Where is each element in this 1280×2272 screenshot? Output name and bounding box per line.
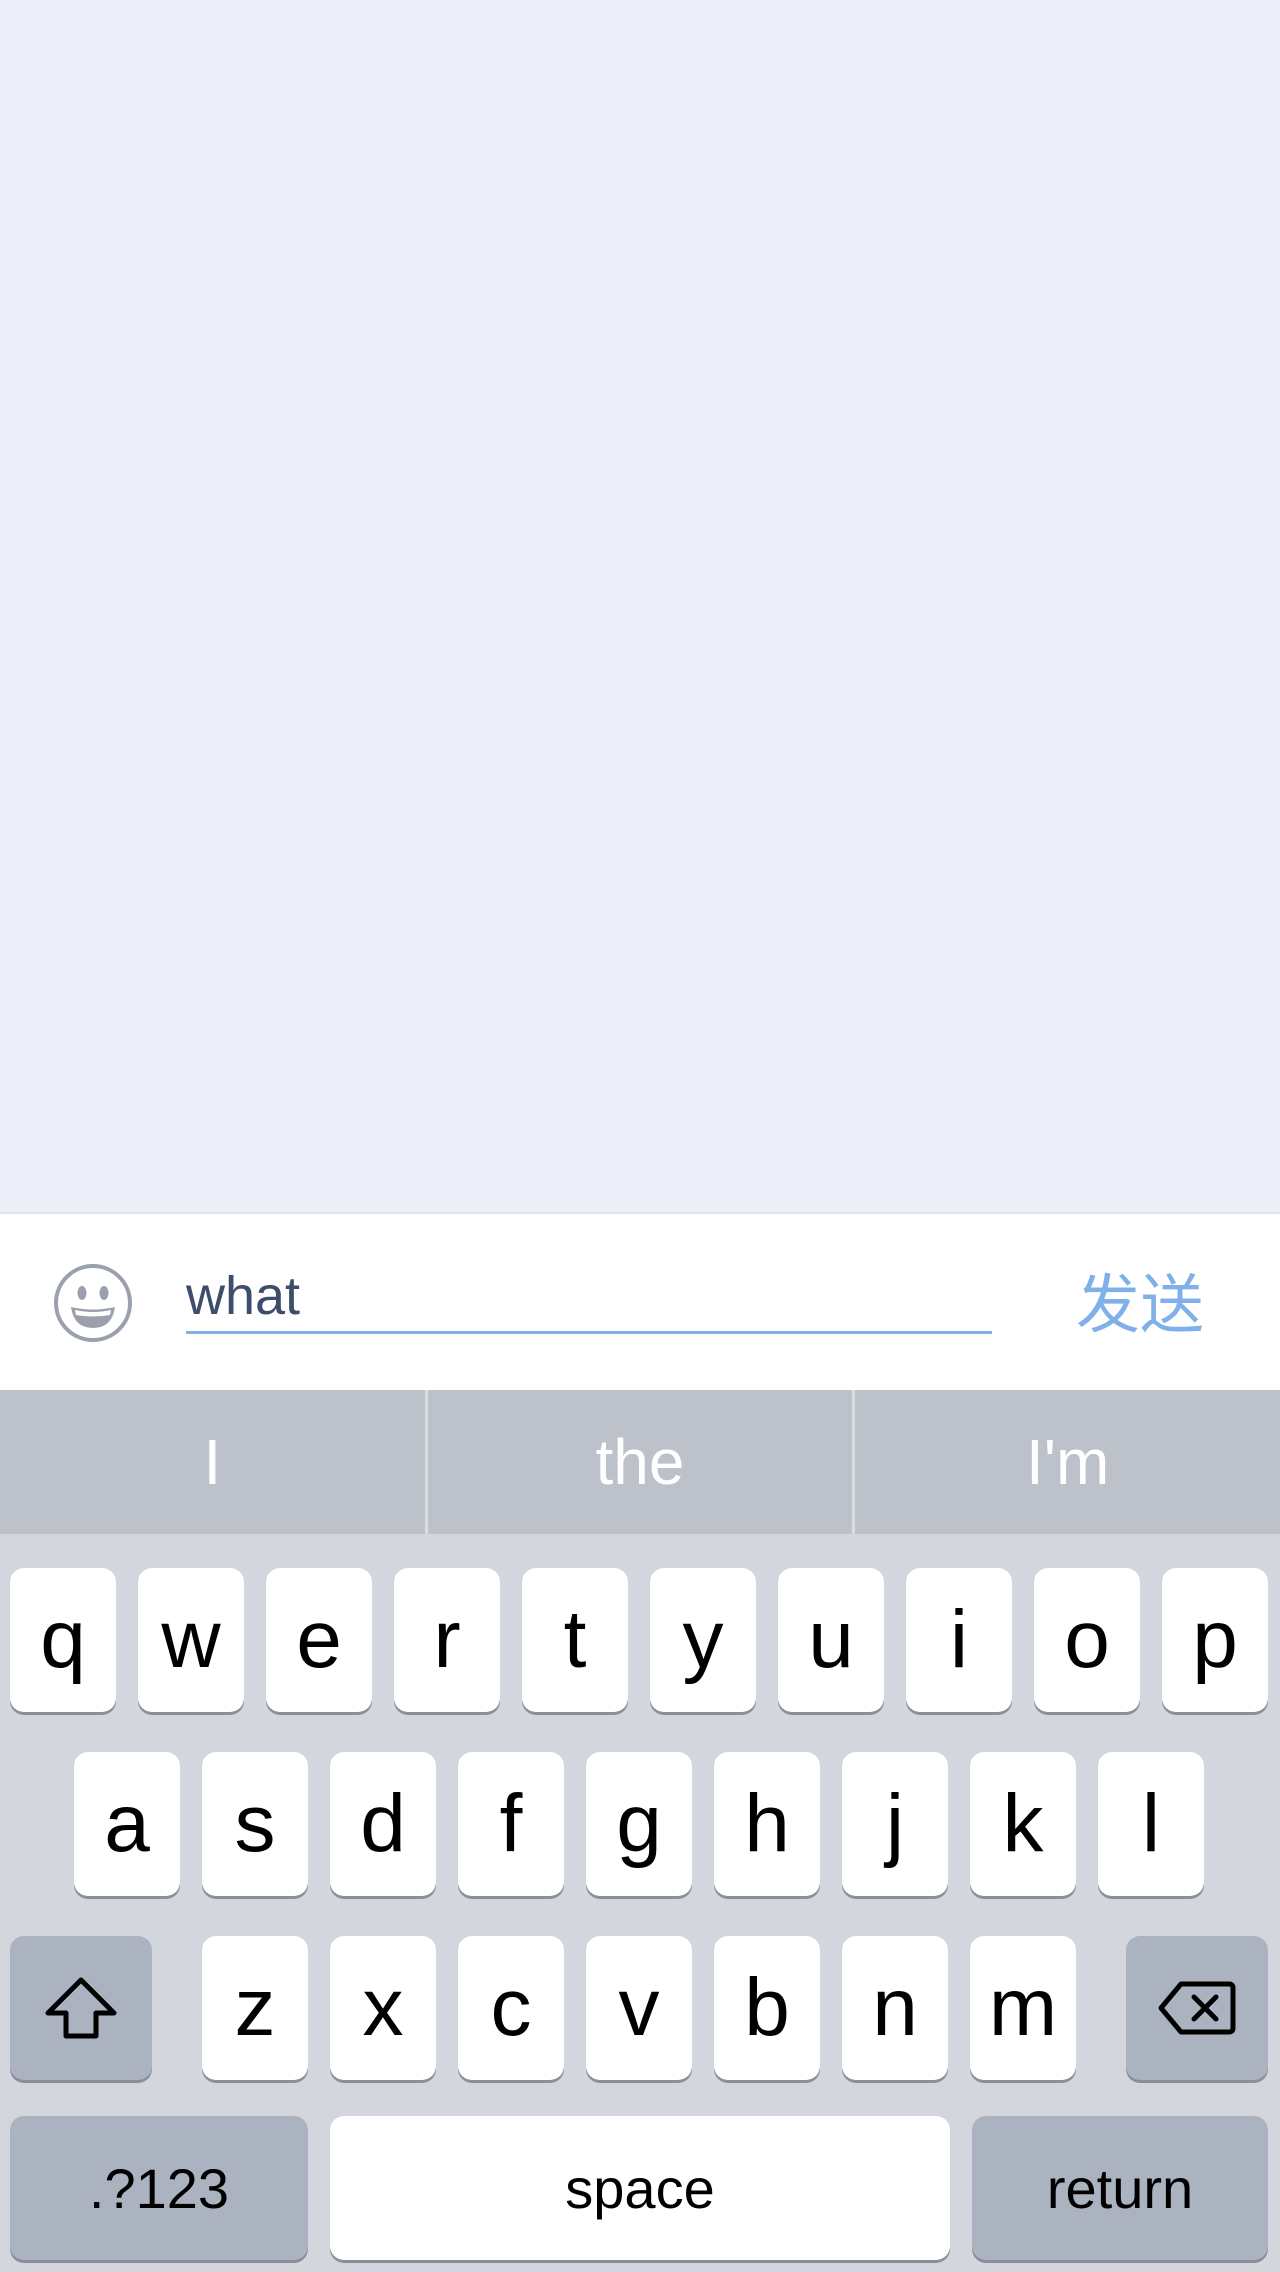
key-q[interactable]: q <box>10 1568 116 1712</box>
message-input-bar: 发送 <box>0 1212 1280 1390</box>
key-p[interactable]: p <box>1162 1568 1268 1712</box>
key-n[interactable]: n <box>842 1936 948 2080</box>
key-h[interactable]: h <box>714 1752 820 1896</box>
space-key[interactable]: space <box>330 2116 950 2260</box>
key-w[interactable]: w <box>138 1568 244 1712</box>
key-z[interactable]: z <box>202 1936 308 2080</box>
smiley-face-icon <box>54 1264 132 1342</box>
key-b[interactable]: b <box>714 1936 820 2080</box>
shift-key[interactable] <box>10 1936 152 2080</box>
key-c[interactable]: c <box>458 1936 564 2080</box>
key-j[interactable]: j <box>842 1752 948 1896</box>
key-t[interactable]: t <box>522 1568 628 1712</box>
chat-message-area <box>0 0 1280 1212</box>
suggestion-bar: I the I'm <box>0 1390 1280 1534</box>
key-m[interactable]: m <box>970 1936 1076 2080</box>
key-v[interactable]: v <box>586 1936 692 2080</box>
backspace-key[interactable] <box>1126 1936 1268 2080</box>
key-e[interactable]: e <box>266 1568 372 1712</box>
backspace-icon <box>1158 1981 1236 2035</box>
message-input-field[interactable] <box>186 1264 992 1334</box>
key-x[interactable]: x <box>330 1936 436 2080</box>
suggestion-item[interactable]: I <box>0 1390 425 1534</box>
emoji-button[interactable] <box>52 1262 134 1344</box>
key-g[interactable]: g <box>586 1752 692 1896</box>
numbers-key[interactable]: .?123 <box>10 2116 308 2260</box>
key-i[interactable]: i <box>906 1568 1012 1712</box>
key-a[interactable]: a <box>74 1752 180 1896</box>
shift-arrow-icon <box>45 1977 117 2039</box>
keyboard: q w e r t y u i o p a s d f g h j k l z … <box>0 1534 1280 2272</box>
key-r[interactable]: r <box>394 1568 500 1712</box>
key-y[interactable]: y <box>650 1568 756 1712</box>
message-input[interactable] <box>186 1264 992 1328</box>
key-l[interactable]: l <box>1098 1752 1204 1896</box>
return-key[interactable]: return <box>972 2116 1268 2260</box>
key-u[interactable]: u <box>778 1568 884 1712</box>
key-o[interactable]: o <box>1034 1568 1140 1712</box>
suggestion-item[interactable]: I'm <box>855 1390 1280 1534</box>
key-f[interactable]: f <box>458 1752 564 1896</box>
key-s[interactable]: s <box>202 1752 308 1896</box>
suggestion-item[interactable]: the <box>428 1390 853 1534</box>
send-button[interactable]: 发送 <box>1070 1266 1210 1346</box>
key-d[interactable]: d <box>330 1752 436 1896</box>
key-k[interactable]: k <box>970 1752 1076 1896</box>
